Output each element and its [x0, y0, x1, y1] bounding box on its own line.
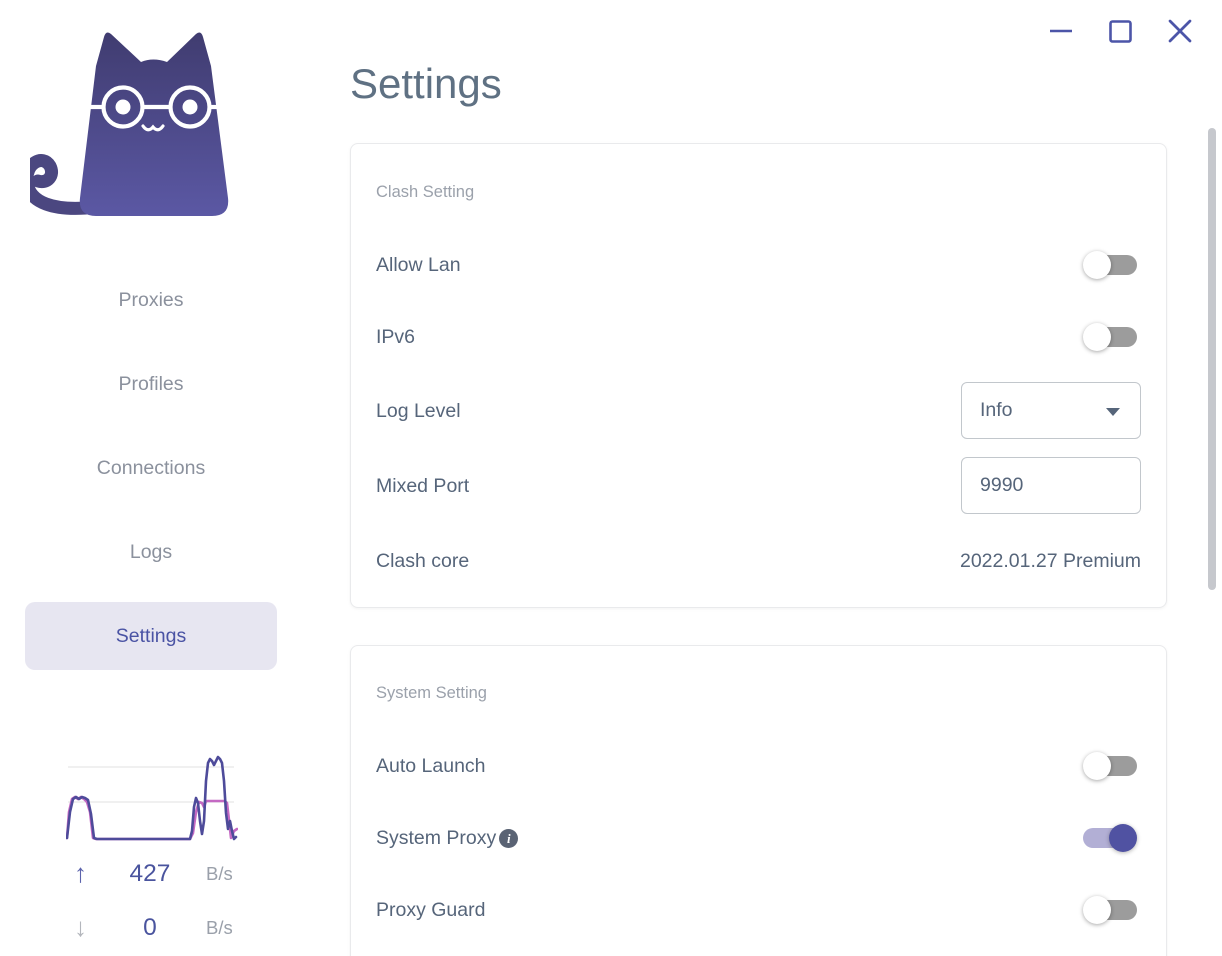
- sidebar-item-settings[interactable]: Settings: [25, 602, 277, 670]
- download-stat-row: ↓ 0 B/s: [60, 913, 250, 943]
- toggle-knob: [1083, 323, 1111, 351]
- proxy-guard-label: Proxy Guard: [376, 899, 486, 921]
- traffic-graph: [66, 755, 238, 841]
- system-proxy-label-text: System Proxy: [376, 827, 497, 849]
- clash-cat-logo: [30, 32, 229, 216]
- page-title: Settings: [350, 60, 502, 107]
- download-speed-unit: B/s: [206, 917, 233, 938]
- clash-for-windows-app: Proxies Profiles Connections Logs Settin…: [0, 0, 1222, 956]
- cat-tail: [30, 154, 93, 215]
- toggle-knob: [1083, 251, 1111, 279]
- sidebar-item-profiles[interactable]: Profiles: [25, 362, 277, 406]
- sidebar-item-connections[interactable]: Connections: [25, 446, 277, 490]
- close-button[interactable]: [1167, 18, 1193, 44]
- section-label-clash-setting: Clash Setting: [376, 183, 475, 201]
- proxy-guard-toggle[interactable]: [1081, 896, 1139, 924]
- log-level-select[interactable]: Info: [961, 382, 1141, 439]
- log-level-selected-value: Info: [980, 399, 1013, 421]
- upload-stat-row: ↑ 427 B/s: [60, 859, 250, 889]
- auto-launch-toggle[interactable]: [1081, 752, 1139, 780]
- close-icon: [1168, 19, 1192, 43]
- toggle-knob: [1083, 752, 1111, 780]
- sidebar-item-logs[interactable]: Logs: [25, 530, 277, 574]
- mixed-port-input[interactable]: [961, 457, 1141, 514]
- upload-arrow-icon: ↑: [74, 858, 87, 888]
- auto-launch-label: Auto Launch: [376, 755, 486, 777]
- download-arrow-icon: ↓: [74, 912, 87, 942]
- maximize-icon: [1109, 20, 1132, 43]
- ipv6-label: IPv6: [376, 326, 416, 348]
- allow-lan-label: Allow Lan: [376, 254, 461, 276]
- maximize-button[interactable]: [1108, 19, 1134, 45]
- allow-lan-toggle[interactable]: [1081, 251, 1139, 279]
- upload-speed-value: 427: [129, 860, 171, 887]
- system-setting-card: System Setting Auto Launch System Proxy …: [350, 645, 1167, 956]
- cat-body: [79, 32, 229, 216]
- mixed-port-label: Mixed Port: [376, 475, 470, 497]
- clash-setting-card: Clash Setting Allow Lan IPv6 Log Level I…: [350, 143, 1167, 608]
- system-proxy-label: System Proxy i: [376, 827, 519, 850]
- cat-right-eye: [182, 99, 198, 115]
- upload-speed-unit: B/s: [206, 863, 233, 884]
- log-level-label: Log Level: [376, 400, 461, 422]
- cat-left-eye: [115, 99, 131, 115]
- info-icon[interactable]: i: [499, 829, 519, 848]
- minimize-icon: [1050, 29, 1072, 33]
- minimize-button[interactable]: [1048, 19, 1074, 45]
- ipv6-toggle[interactable]: [1081, 323, 1139, 351]
- toggle-knob: [1109, 824, 1137, 852]
- scrollbar-thumb[interactable]: [1208, 128, 1216, 590]
- upload-line: [66, 755, 238, 841]
- toggle-knob: [1083, 896, 1111, 924]
- dropdown-caret-icon: [1106, 408, 1120, 416]
- clash-core-label: Clash core: [376, 550, 470, 572]
- download-speed-value: 0: [143, 914, 157, 941]
- clash-core-value: 2022.01.27 Premium: [959, 550, 1141, 572]
- system-proxy-toggle[interactable]: [1081, 824, 1139, 852]
- section-label-system-setting: System Setting: [376, 684, 487, 702]
- sidebar-item-proxies[interactable]: Proxies: [25, 278, 277, 322]
